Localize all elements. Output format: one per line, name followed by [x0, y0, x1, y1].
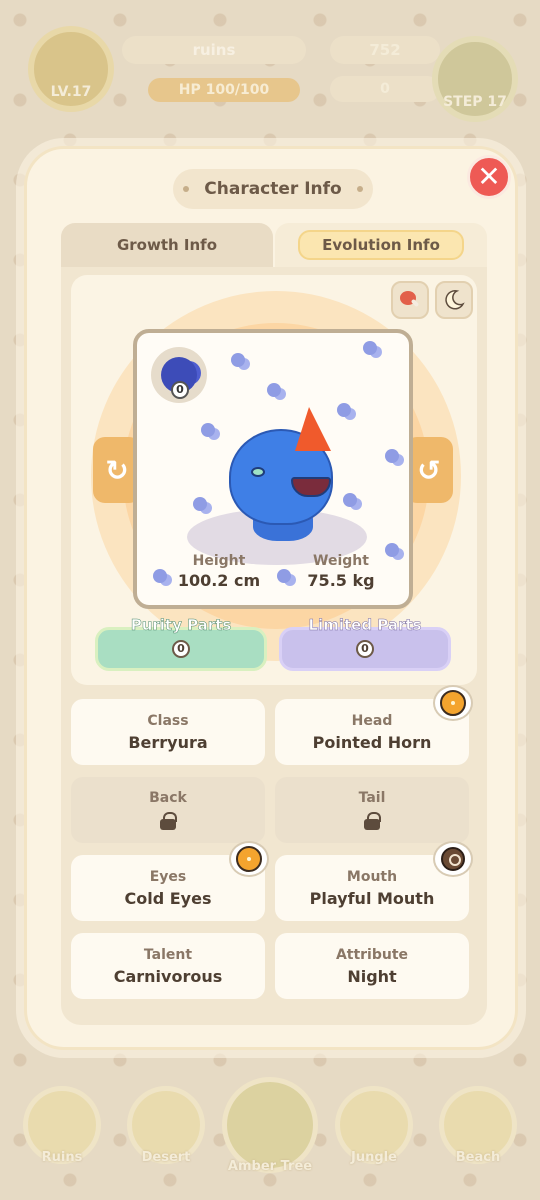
- rotate-left-icon: ↻: [105, 453, 129, 487]
- nav-amber-tree[interactable]: Amber Tree: [222, 1076, 318, 1174]
- orange-fruit-icon: [236, 846, 262, 872]
- part-badge[interactable]: [433, 685, 473, 721]
- pointed-horn: [295, 407, 331, 451]
- weight-stat: Weight 75.5 kg: [281, 553, 401, 590]
- tab-evolution-info[interactable]: Evolution Info: [275, 223, 487, 267]
- nav-label: Beach: [455, 1149, 501, 1165]
- attr-label: Class: [147, 712, 189, 729]
- step-label: STEP 17: [443, 94, 507, 110]
- level-label: LV.17: [50, 84, 92, 100]
- attribute-grid: Class Berryura Head Pointed Horn Back Ta…: [71, 685, 477, 999]
- berry-pattern-icon: [343, 493, 357, 507]
- attr-eyes: Eyes Cold Eyes: [71, 841, 269, 921]
- attr-talent: Talent Carnivorous: [71, 933, 265, 999]
- part-badge[interactable]: [229, 841, 269, 877]
- attr-value: Pointed Horn: [312, 732, 432, 752]
- tab-label: Growth Info: [116, 236, 218, 254]
- berry-pattern-icon: [385, 449, 399, 463]
- evolution-panel: ↻ ↺ 0 Height 100.2 cm Weight 75.5 kg Pur…: [61, 267, 487, 1025]
- berry-pattern-icon: [363, 341, 377, 355]
- weight-value: 75.5 kg: [307, 571, 375, 590]
- attr-value: Berryura: [128, 732, 208, 752]
- attr-label: Attribute: [335, 946, 409, 963]
- limited-parts-value: 0: [356, 640, 374, 658]
- nav-label: Ruins: [41, 1149, 83, 1165]
- hp-bar: HP 100/100: [148, 78, 300, 102]
- attr-value: Night: [347, 966, 397, 986]
- tab-bar: Growth Info Evolution Info: [61, 223, 487, 267]
- bottom-nav: Ruins Desert Amber Tree Jungle Beach: [0, 1050, 540, 1200]
- seed-icon: [441, 847, 465, 871]
- meat-icon[interactable]: [391, 281, 429, 319]
- top-hud: LV.17 ruins HP 100/100 752 0 STEP 17: [0, 0, 540, 122]
- food-counter: 0: [330, 76, 440, 102]
- nav-ruins[interactable]: Ruins: [17, 1085, 107, 1165]
- character-stage: ↻ ↺ 0 Height 100.2 cm Weight 75.5 kg Pur…: [71, 275, 477, 685]
- attr-class: Class Berryura: [71, 699, 265, 765]
- attr-label: Tail: [358, 790, 386, 806]
- character-info-modal: Character Info ✕ Growth Info Evolution I…: [24, 146, 518, 1050]
- berry-pattern-icon: [337, 403, 351, 417]
- rotate-right-icon: ↺: [417, 453, 441, 487]
- nav-desert[interactable]: Desert: [121, 1085, 211, 1165]
- limited-parts: Limited Parts 0: [279, 616, 451, 671]
- attr-label: Head: [351, 712, 393, 729]
- berry-pattern-icon: [267, 383, 281, 397]
- nav-label: Jungle: [351, 1149, 397, 1165]
- attr-value: Playful Mouth: [309, 888, 435, 908]
- nav-label: Amber Tree: [227, 1158, 313, 1174]
- step-badge[interactable]: STEP 17: [432, 36, 518, 122]
- close-icon: ✕: [477, 160, 501, 193]
- lock-icon: [160, 812, 177, 830]
- limited-parts-label: Limited Parts: [308, 616, 422, 635]
- purity-parts: Purity Parts 0: [95, 616, 267, 671]
- modal-title: Character Info: [173, 169, 373, 209]
- attr-value: Cold Eyes: [124, 888, 212, 908]
- part-badge[interactable]: [433, 841, 473, 877]
- berry-pattern-icon: [231, 353, 245, 367]
- height-value: 100.2 cm: [177, 571, 261, 590]
- nav-beach[interactable]: Beach: [433, 1085, 523, 1165]
- character-eye: [251, 467, 265, 477]
- attr-label: Back: [149, 790, 187, 806]
- attr-label: Mouth: [346, 868, 398, 885]
- attr-label: Eyes: [149, 868, 187, 885]
- attr-tail: Tail: [275, 777, 469, 843]
- area-name: ruins: [122, 36, 306, 64]
- purity-parts-value: 0: [172, 640, 190, 658]
- moon-icon[interactable]: [435, 281, 473, 319]
- close-button[interactable]: ✕: [467, 155, 511, 199]
- attr-back: Back: [71, 777, 265, 843]
- orange-fruit-icon: [440, 690, 466, 716]
- tab-label: Evolution Info: [298, 230, 464, 260]
- character-card: 0 Height 100.2 cm Weight 75.5 kg: [133, 329, 413, 609]
- coin-counter: 752: [330, 36, 440, 64]
- purity-parts-label: Purity Parts: [130, 616, 232, 635]
- attr-value: Carnivorous: [113, 966, 223, 986]
- berry-pattern-icon: [193, 497, 207, 511]
- attr-attribute: Attribute Night: [275, 933, 469, 999]
- nav-label: Desert: [141, 1149, 191, 1165]
- tab-growth-info[interactable]: Growth Info: [61, 223, 273, 267]
- attr-mouth: Mouth Playful Mouth: [275, 841, 473, 921]
- height-stat: Height 100.2 cm: [159, 553, 279, 590]
- lock-icon: [364, 812, 381, 830]
- berry-seed-badge[interactable]: 0: [151, 347, 207, 403]
- berry-pattern-icon: [201, 423, 215, 437]
- level-badge[interactable]: LV.17: [28, 26, 114, 112]
- height-label: Height: [192, 553, 246, 569]
- attr-head: Head Pointed Horn: [275, 685, 473, 765]
- weight-label: Weight: [313, 553, 369, 569]
- attr-label: Talent: [143, 946, 193, 963]
- nav-jungle[interactable]: Jungle: [329, 1085, 419, 1165]
- seed-count: 0: [171, 381, 189, 399]
